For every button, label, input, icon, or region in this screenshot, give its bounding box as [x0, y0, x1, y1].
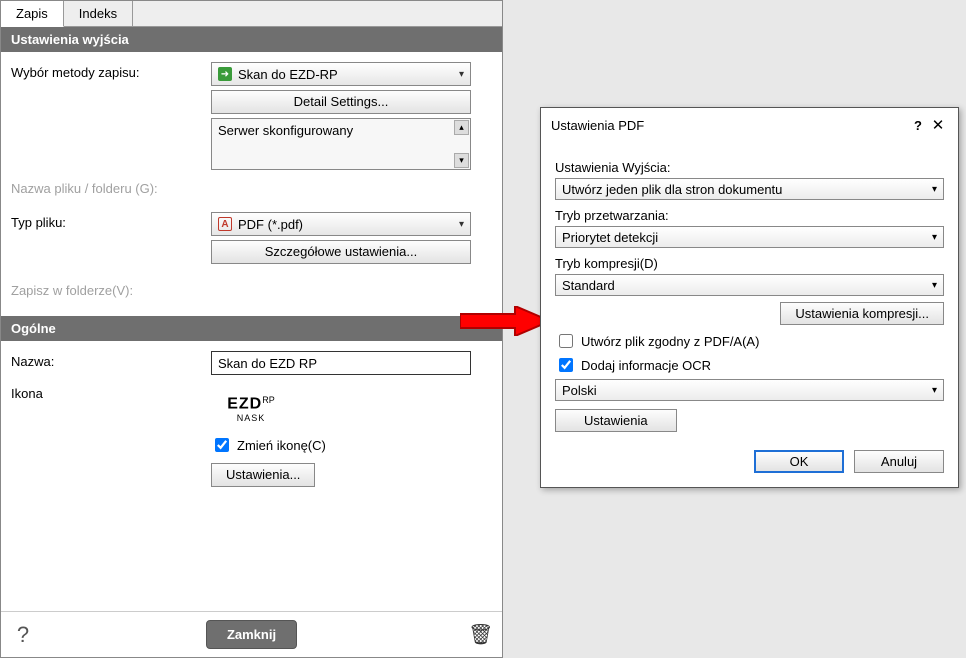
output-mode-label: Ustawienia Wyjścia:	[555, 160, 944, 175]
detail-settings-button[interactable]: Detail Settings...	[211, 90, 471, 114]
save-method-label: Wybór metody zapisu:	[11, 62, 211, 80]
help-icon[interactable]: ?	[11, 622, 35, 648]
save-method-value: Skan do EZD-RP	[238, 67, 338, 82]
general-header: Ogólne	[1, 316, 502, 341]
filetype-combo[interactable]: A PDF (*.pdf) ▾	[211, 212, 471, 236]
tab-indeks[interactable]: Indeks	[64, 1, 133, 26]
scroll-down-icon[interactable]: ▾	[454, 153, 469, 168]
processing-mode-combo[interactable]: Priorytet detekcji ▾	[555, 226, 944, 248]
save-in-folder-label: Zapisz w folderze(V):	[11, 280, 211, 298]
general-body: Nazwa: Ikona EZDRP NASK Zmień ikonę(C) U…	[1, 341, 502, 505]
pdfa-label: Utwórz plik zgodny z PDF/A(A)	[581, 334, 759, 349]
chevron-down-icon: ▾	[932, 385, 937, 396]
dialog-body: Ustawienia Wyjścia: Utwórz jeden plik dl…	[541, 142, 958, 487]
chevron-down-icon: ▾	[932, 232, 937, 243]
tab-zapis[interactable]: Zapis	[1, 1, 64, 27]
close-button[interactable]: Zamknij	[206, 620, 297, 649]
ezd-logo-text: EZD	[227, 395, 262, 412]
ok-button[interactable]: OK	[754, 450, 844, 473]
dialog-titlebar: Ustawienia PDF ? ✕	[541, 108, 958, 142]
icon-label: Ikona	[11, 383, 211, 401]
pdf-icon: A	[218, 217, 232, 231]
ezd-rp-text: RP	[262, 395, 275, 405]
filetype-value: PDF (*.pdf)	[238, 217, 303, 232]
output-settings-header: Ustawienia wyjścia	[1, 27, 502, 52]
change-icon-checkbox[interactable]: Zmień ikonę(C)	[211, 435, 492, 455]
ocr-language-combo[interactable]: Polski ▾	[555, 379, 944, 401]
scroll-up-icon[interactable]: ▴	[454, 120, 469, 135]
compression-mode-label: Tryb kompresji(D)	[555, 256, 944, 271]
ocr-checkbox[interactable]: Dodaj informacje OCR	[555, 355, 944, 375]
dialog-help-icon[interactable]: ?	[908, 118, 928, 133]
dialog-footer: OK Anuluj	[555, 450, 944, 473]
save-method-combo[interactable]: ➜ Skan do EZD-RP ▾	[211, 62, 471, 86]
output-settings-body: Wybór metody zapisu: ➜ Skan do EZD-RP ▾ …	[1, 52, 502, 316]
ezd-sub-text: NASK	[237, 413, 266, 423]
ocr-label: Dodaj informacje OCR	[581, 358, 711, 373]
server-status-text: Serwer skonfigurowany	[218, 123, 353, 138]
ocr-language-value: Polski	[562, 383, 597, 398]
server-status-box: Serwer skonfigurowany ▴ ▾	[211, 118, 471, 170]
compression-mode-combo[interactable]: Standard ▾	[555, 274, 944, 296]
chevron-down-icon: ▾	[459, 219, 464, 230]
arrow-right-icon: ➜	[218, 67, 232, 81]
ocr-input[interactable]	[559, 358, 573, 372]
compression-mode-value: Standard	[562, 278, 615, 293]
chevron-down-icon: ▾	[932, 184, 937, 195]
icon-preview: EZDRP NASK	[211, 389, 291, 429]
advanced-settings-button[interactable]: Szczegółowe ustawienia...	[211, 240, 471, 264]
dialog-close-icon[interactable]: ✕	[928, 116, 948, 134]
name-label: Nazwa:	[11, 351, 211, 369]
change-icon-label: Zmień ikonę(C)	[237, 438, 326, 453]
pdf-settings-dialog: Ustawienia PDF ? ✕ Ustawienia Wyjścia: U…	[540, 107, 959, 488]
icon-settings-button[interactable]: Ustawienia...	[211, 463, 315, 487]
pdfa-checkbox[interactable]: Utwórz plik zgodny z PDF/A(A)	[555, 331, 944, 351]
output-mode-value: Utwórz jeden plik dla stron dokumentu	[562, 182, 782, 197]
name-input[interactable]	[211, 351, 471, 375]
trash-icon[interactable]: 🗑	[468, 622, 492, 647]
pdfa-input[interactable]	[559, 334, 573, 348]
chevron-down-icon: ▾	[932, 280, 937, 291]
filetype-label: Typ pliku:	[11, 212, 211, 230]
ocr-settings-button[interactable]: Ustawienia	[555, 409, 677, 432]
filename-label: Nazwa pliku / folderu (G):	[11, 178, 211, 196]
change-icon-input[interactable]	[215, 438, 229, 452]
chevron-down-icon: ▾	[459, 69, 464, 80]
cancel-button[interactable]: Anuluj	[854, 450, 944, 473]
main-settings-panel: Zapis Indeks Ustawienia wyjścia Wybór me…	[0, 0, 503, 658]
dialog-title: Ustawienia PDF	[551, 118, 908, 133]
compression-settings-button[interactable]: Ustawienia kompresji...	[780, 302, 944, 325]
processing-mode-value: Priorytet detekcji	[562, 230, 658, 245]
processing-mode-label: Tryb przetwarzania:	[555, 208, 944, 223]
tab-bar: Zapis Indeks	[1, 1, 502, 27]
bottom-bar: ? Zamknij 🗑	[1, 611, 502, 657]
output-mode-combo[interactable]: Utwórz jeden plik dla stron dokumentu ▾	[555, 178, 944, 200]
